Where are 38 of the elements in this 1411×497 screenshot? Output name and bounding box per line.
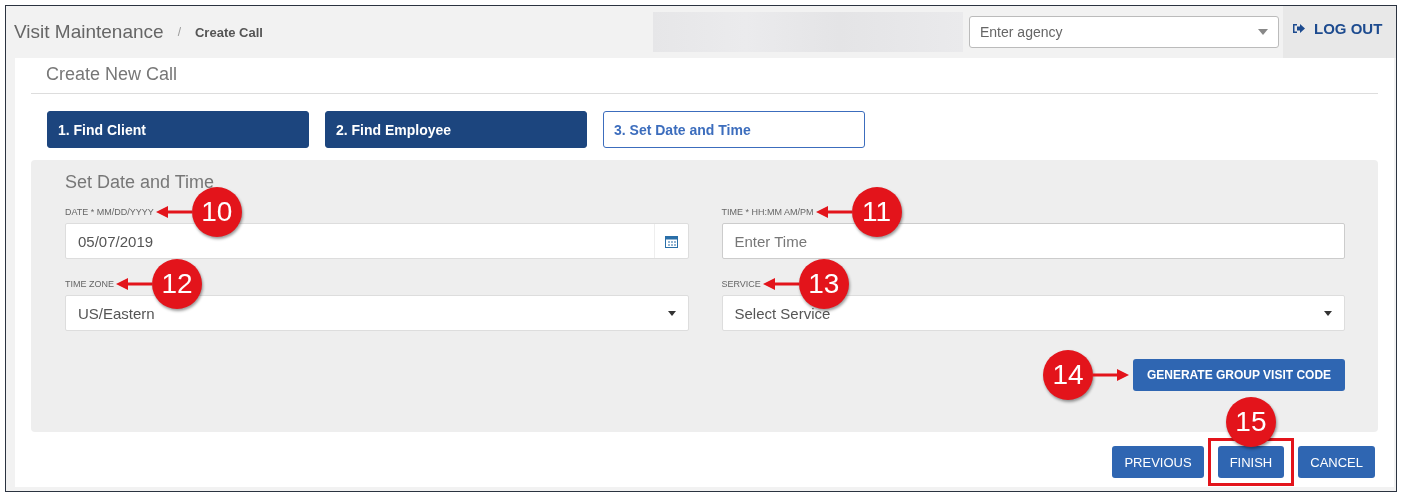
field-label: TIME ZONE <box>65 279 114 289</box>
breadcrumb: Create Call <box>194 24 263 40</box>
date-value: 05/07/2019 <box>78 232 154 250</box>
callout-arrow <box>155 206 192 218</box>
action-button[interactable]: CANCEL <box>1298 446 1375 478</box>
date-field[interactable]: 05/07/2019 <box>65 223 689 259</box>
action-button[interactable]: FINISH <box>1217 446 1285 478</box>
caret-icon <box>1324 310 1332 316</box>
agency-placeholder: Enter agency <box>980 24 1063 40</box>
generate-code-button[interactable]: GENERATE GROUP VISIT CODE <box>1133 359 1345 391</box>
callout-arrow <box>1093 369 1129 381</box>
card-title: Create New Call <box>31 64 1378 94</box>
logout-button[interactable]: LOG OUT <box>1283 6 1396 58</box>
step-tab[interactable]: 3. Set Date and Time <box>603 111 865 148</box>
callout-number: 13 <box>798 259 849 309</box>
breadcrumb-separator: / <box>177 25 181 39</box>
callout-arrow <box>815 206 852 218</box>
callout-number: 12 <box>152 259 202 309</box>
field-label: DATE * MM/DD/YYYY <box>65 207 154 217</box>
field-label: SERVICE <box>721 279 761 289</box>
calendar-icon[interactable] <box>664 234 678 248</box>
select-field[interactable]: US/Eastern <box>65 295 689 331</box>
agency-select[interactable]: Enter agency <box>969 16 1279 48</box>
page-heading: Visit Maintenance <box>14 21 164 43</box>
select-value: US/Eastern <box>78 304 155 322</box>
callout-number: 14 <box>1043 350 1093 400</box>
action-button[interactable]: PREVIOUS <box>1112 446 1204 478</box>
callout-arrow <box>116 278 152 290</box>
time-field[interactable]: Enter Time <box>721 223 1345 259</box>
select-field[interactable]: Select Service <box>721 295 1345 331</box>
step-tab[interactable]: 1. Find Client <box>47 111 309 148</box>
caret-icon <box>1258 29 1268 35</box>
field-label: TIME * HH:MM AM/PM <box>721 207 814 217</box>
step-tab[interactable]: 2. Find Employee <box>325 111 587 148</box>
callout-number: 10 <box>191 187 242 237</box>
logout-icon <box>1293 22 1305 34</box>
caret-icon <box>667 310 676 316</box>
callout-arrow <box>762 278 799 290</box>
